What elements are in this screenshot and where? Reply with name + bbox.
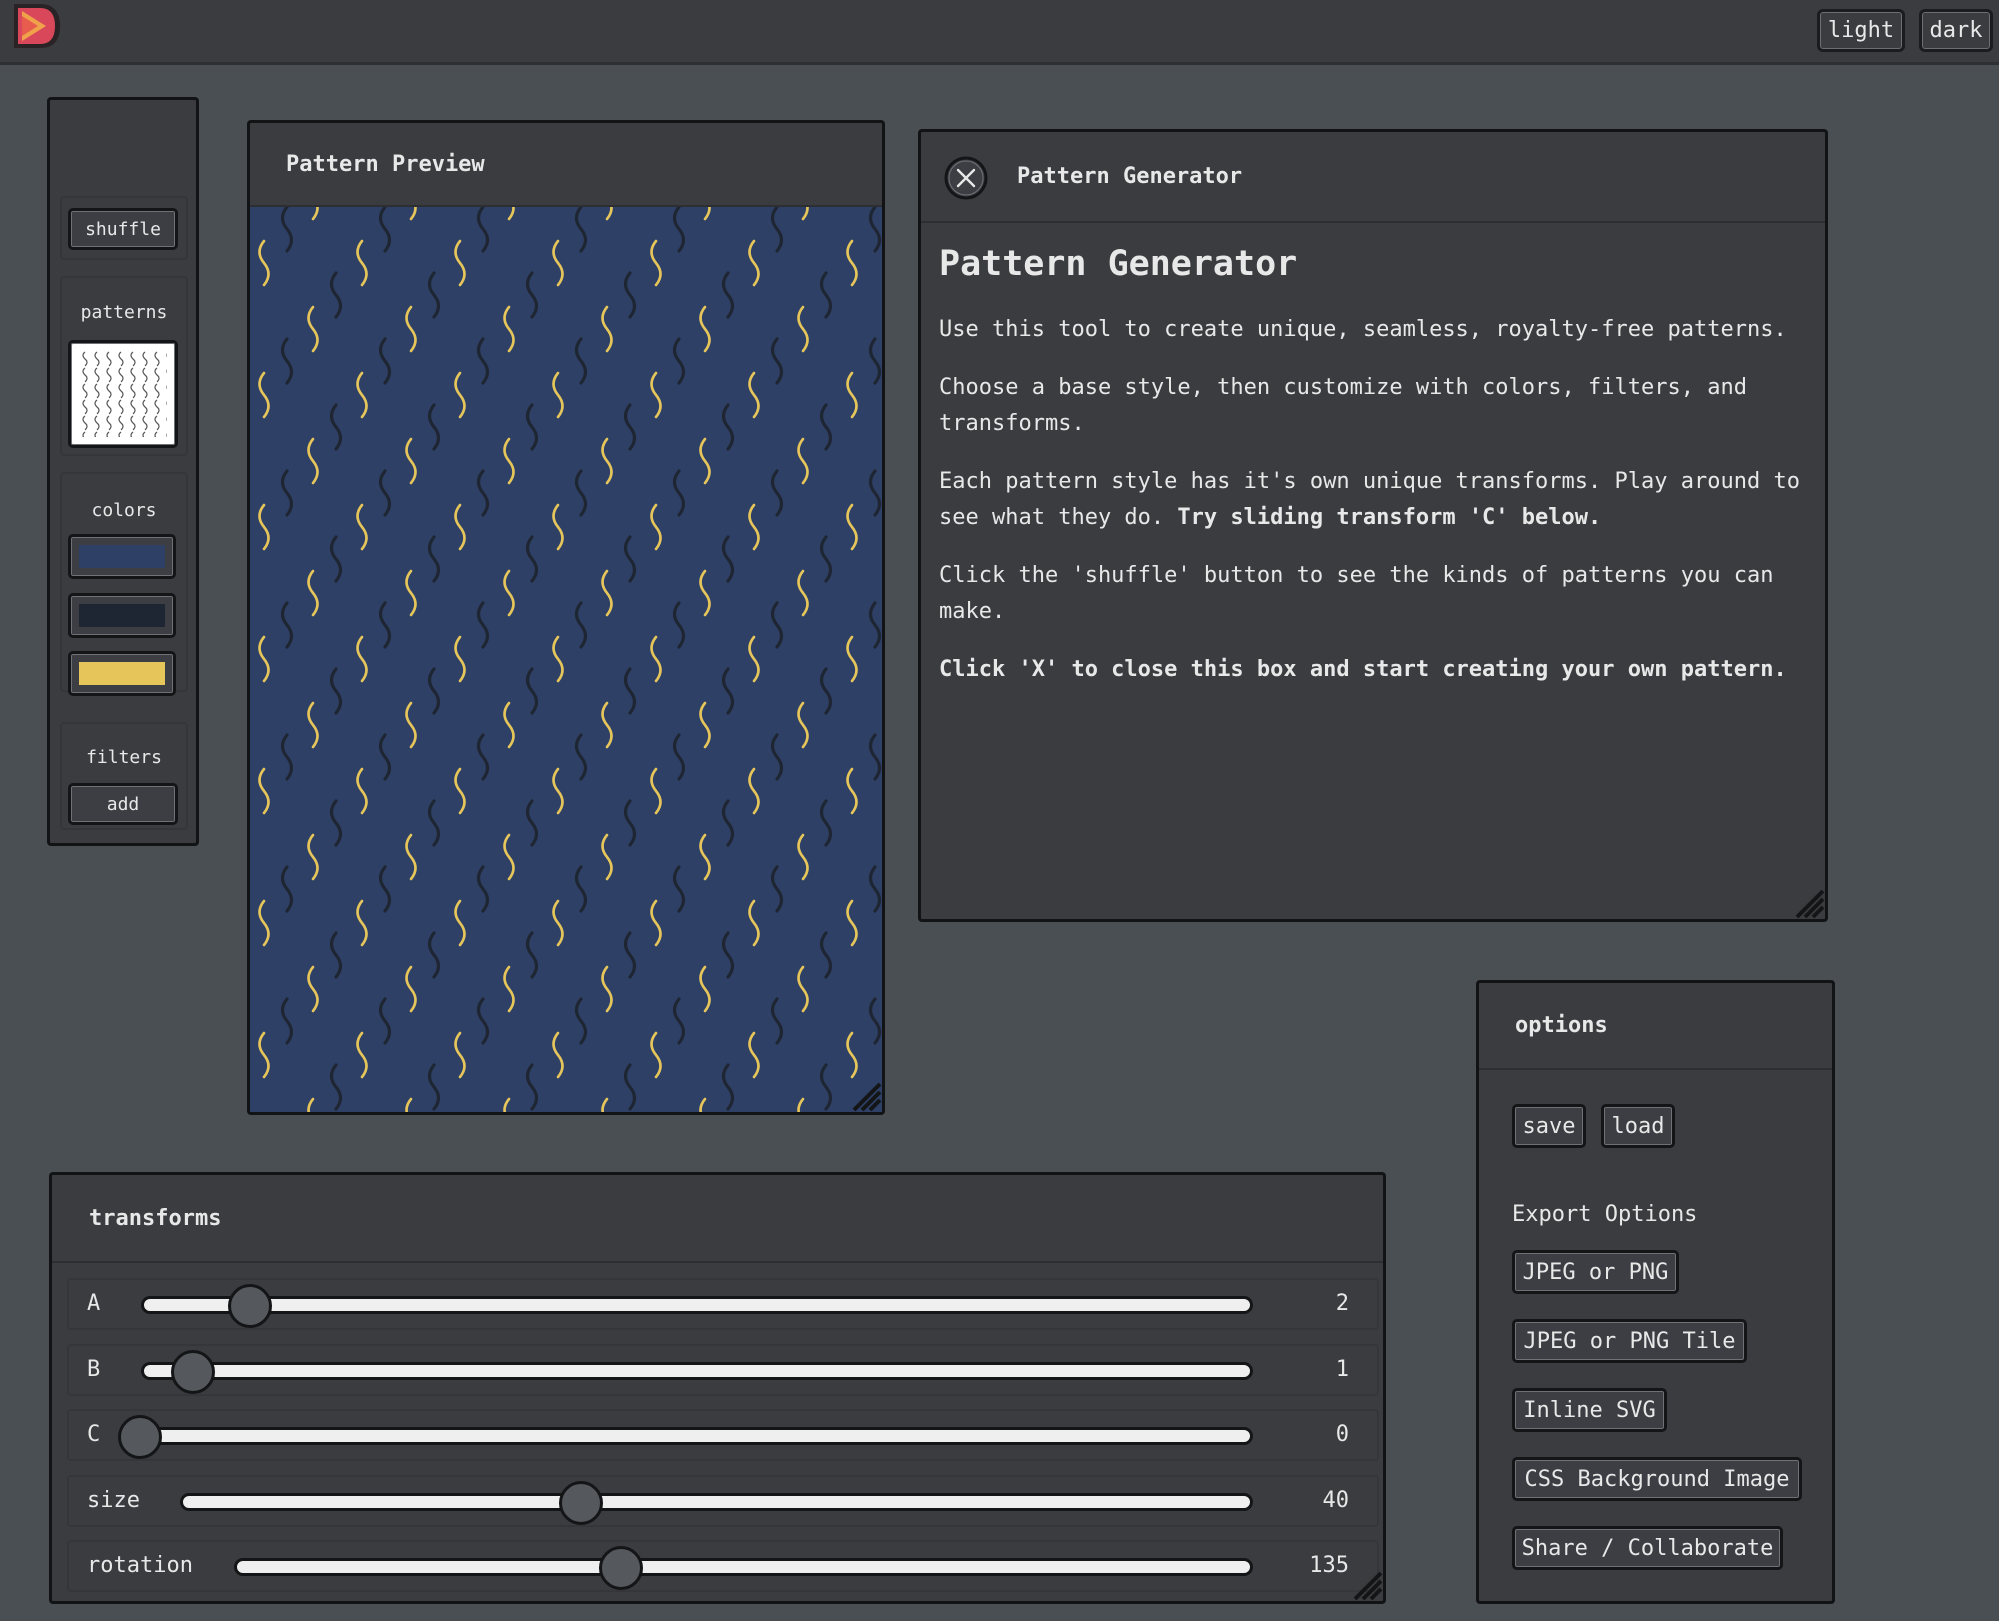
- color-swatch-2-fill: [79, 604, 165, 627]
- export-jpeg-png-tile-button[interactable]: JPEG or PNG Tile: [1512, 1319, 1747, 1363]
- dialog-body: Pattern Generator Use this tool to creat…: [939, 244, 1819, 710]
- dialog-heading: Pattern Generator: [939, 244, 1298, 284]
- colors-label: colors: [91, 500, 157, 521]
- resize-handle-icon[interactable]: [848, 1078, 882, 1112]
- transform-label: A: [87, 1291, 101, 1316]
- transform-row-c: C 0: [67, 1409, 1379, 1461]
- share-collaborate-button[interactable]: Share / Collaborate: [1512, 1526, 1783, 1570]
- transform-slider-b[interactable]: [141, 1362, 1253, 1380]
- transform-slider-rotation-thumb[interactable]: [599, 1546, 643, 1590]
- resize-handle-icon[interactable]: [1791, 885, 1825, 919]
- transform-slider-c[interactable]: [141, 1427, 1253, 1445]
- transform-label: rotation: [87, 1553, 193, 1578]
- color-swatch-1-fill: [79, 545, 165, 568]
- save-button[interactable]: save: [1512, 1104, 1586, 1148]
- dialog-header-title: Pattern Generator: [921, 132, 1825, 223]
- color-swatch-3-fill: [79, 662, 165, 685]
- pattern-preview-title: Pattern Preview: [250, 123, 882, 207]
- app-logo-icon[interactable]: [10, 2, 62, 50]
- options-title: options: [1479, 983, 1832, 1070]
- transform-value: 135: [1309, 1553, 1349, 1578]
- transform-value: 2: [1335, 1291, 1349, 1316]
- color-swatch-2[interactable]: [68, 593, 176, 638]
- transform-slider-size[interactable]: [180, 1493, 1253, 1511]
- dialog-transforms-text: Each pattern style has it's own unique t…: [939, 464, 1819, 536]
- export-jpeg-png-button[interactable]: JPEG or PNG: [1512, 1250, 1679, 1294]
- dark-theme-button[interactable]: dark: [1919, 9, 1993, 52]
- dialog-close-text: Click 'X' to close this box and start cr…: [939, 657, 1787, 682]
- dialog-shuffle-text: Click the 'shuffle' button to see the ki…: [939, 563, 1774, 624]
- transform-value: 0: [1335, 1422, 1349, 1447]
- export-css-background-button[interactable]: CSS Background Image: [1512, 1457, 1802, 1501]
- transform-value: 40: [1322, 1488, 1350, 1513]
- transform-row-b: B 1: [67, 1344, 1379, 1396]
- sidebar-panel: shuffle patterns colors filters add: [47, 97, 199, 846]
- color-swatch-1[interactable]: [68, 534, 176, 579]
- transform-row-size: size 40: [67, 1475, 1379, 1527]
- export-inline-svg-button[interactable]: Inline SVG: [1512, 1388, 1667, 1432]
- add-filter-button[interactable]: add: [68, 783, 178, 825]
- transform-label: size: [87, 1488, 140, 1513]
- pattern-generator-dialog: Pattern Generator Pattern Generator Use …: [918, 129, 1828, 922]
- transform-row-rotation: rotation 135: [67, 1540, 1379, 1592]
- light-theme-button[interactable]: light: [1817, 9, 1905, 52]
- transform-label: C: [87, 1422, 101, 1447]
- transform-slider-a[interactable]: [141, 1296, 1253, 1314]
- transform-slider-b-thumb[interactable]: [171, 1350, 215, 1394]
- transform-slider-rotation[interactable]: [234, 1558, 1253, 1576]
- options-panel: options save load Export Options JPEG or…: [1476, 980, 1835, 1604]
- dialog-intro-text: Use this tool to create unique, seamless…: [939, 317, 1787, 342]
- dialog-customize-text: Choose a base style, then customize with…: [939, 375, 1747, 436]
- top-bar: light dark: [0, 0, 1999, 65]
- pattern-thumbnail[interactable]: [68, 340, 178, 448]
- transform-value: 1: [1335, 1357, 1349, 1382]
- transform-slider-size-thumb[interactable]: [559, 1481, 603, 1525]
- dialog-transforms-text-b: Try sliding transform 'C' below.: [1177, 505, 1602, 530]
- transform-label: B: [87, 1357, 101, 1382]
- transform-row-a: A 2: [67, 1278, 1379, 1330]
- resize-handle-icon[interactable]: [1349, 1567, 1383, 1601]
- pattern-thumbnail-icon: [79, 351, 167, 437]
- color-swatch-3[interactable]: [68, 651, 176, 696]
- export-options-label: Export Options: [1512, 1202, 1698, 1227]
- transforms-title: transforms: [52, 1175, 1383, 1263]
- patterns-label: patterns: [80, 302, 168, 323]
- transform-slider-c-thumb[interactable]: [118, 1415, 162, 1459]
- filters-label: filters: [86, 747, 162, 768]
- load-button[interactable]: load: [1601, 1104, 1675, 1148]
- close-icon[interactable]: [943, 155, 989, 201]
- transforms-panel: transforms A 2 B 1 C 0 size 40 rotation …: [49, 1172, 1386, 1604]
- pattern-preview-panel: Pattern Preview: [247, 120, 885, 1115]
- pattern-canvas: [250, 207, 882, 1112]
- shuffle-button[interactable]: shuffle: [68, 208, 178, 250]
- transform-slider-a-thumb[interactable]: [228, 1284, 272, 1328]
- pattern-preview-image: [250, 207, 882, 1112]
